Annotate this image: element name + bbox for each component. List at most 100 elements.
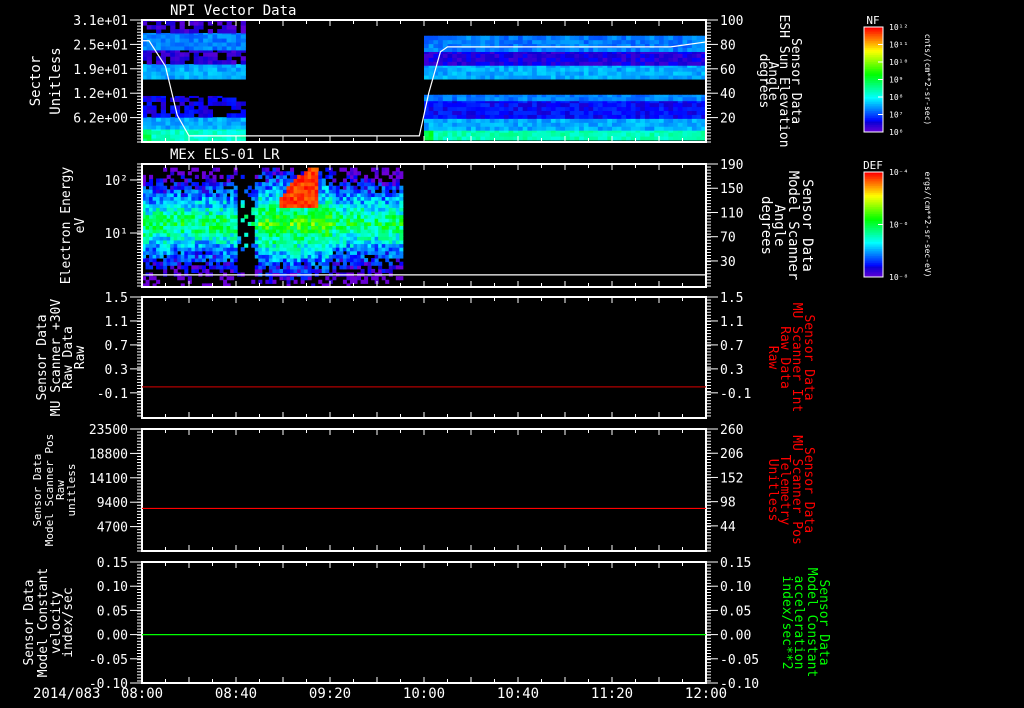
spectrogram-cell xyxy=(163,189,168,194)
heatmap-cell xyxy=(616,71,622,76)
spectrogram-cell xyxy=(194,207,199,212)
spectrogram-cell xyxy=(272,192,277,198)
spectrogram-cell xyxy=(156,211,161,216)
heatmap-cell xyxy=(503,110,510,115)
spectrogram-cell xyxy=(163,167,168,172)
spectrogram-cell xyxy=(265,192,270,198)
heatmap-cell xyxy=(198,34,204,39)
spectrogram-cell xyxy=(275,185,280,190)
spectrogram-cell xyxy=(342,167,347,172)
time-label: 08:00 xyxy=(121,686,163,702)
heatmap-cell xyxy=(635,57,641,62)
spectrogram-cell xyxy=(307,268,312,274)
spectrogram-cell xyxy=(184,261,189,266)
heatmap-cell xyxy=(146,75,152,80)
spectrogram-cell xyxy=(166,189,171,194)
heatmap-cell xyxy=(546,39,552,45)
spectrogram-cell xyxy=(314,214,319,219)
spectrogram-cell xyxy=(339,229,344,234)
heatmap-cell xyxy=(240,121,246,126)
heatmap-cell xyxy=(541,53,547,58)
heatmap-cell xyxy=(597,102,604,108)
spectrogram-cell xyxy=(187,185,192,190)
heatmap-cell xyxy=(546,122,552,127)
heatmap-cell xyxy=(597,132,604,137)
spectrogram-cell xyxy=(152,239,157,245)
spectrogram-cell xyxy=(321,225,326,230)
heatmap-cell xyxy=(663,67,669,72)
spectrogram-cell xyxy=(332,265,337,270)
spectrogram-cell xyxy=(395,192,400,198)
heatmap-cell xyxy=(663,53,669,58)
heatmap-cell xyxy=(541,35,547,41)
heatmap-cell xyxy=(499,47,505,52)
spectrogram-cell xyxy=(170,243,175,248)
spectrogram-cell xyxy=(166,232,171,237)
heatmap-cell xyxy=(447,61,453,66)
spectrogram-cell xyxy=(286,214,291,219)
heatmap-cell xyxy=(659,53,665,58)
spectrogram-cell xyxy=(265,211,270,216)
heatmap-cell xyxy=(146,134,152,139)
spectrogram-cell xyxy=(261,196,266,201)
spectrogram-cell xyxy=(268,268,273,274)
spectrogram-cell xyxy=(381,214,386,219)
spectrogram-cell xyxy=(321,189,326,194)
spectrogram-cell xyxy=(378,229,383,234)
heatmap-cell xyxy=(221,130,228,135)
spectrogram-cell xyxy=(357,261,362,266)
heatmap-cell xyxy=(170,134,176,139)
heatmap-cell xyxy=(503,122,510,127)
y2-tick-label: 98 xyxy=(720,496,736,511)
heatmap-cell xyxy=(673,94,679,98)
heatmap-cell xyxy=(635,71,641,76)
heatmap-cell xyxy=(452,126,458,131)
heatmap-cell xyxy=(630,61,636,66)
heatmap-cell xyxy=(616,114,622,119)
heatmap-cell xyxy=(696,53,702,58)
heatmap-cell xyxy=(644,106,651,112)
spectrogram-cell xyxy=(177,276,182,281)
spectrogram-cell xyxy=(314,225,319,230)
spectrogram-cell xyxy=(194,250,199,255)
heatmap-cell xyxy=(146,121,152,126)
spectrogram-cell xyxy=(216,225,221,230)
panel-title: NPI Vector Data xyxy=(170,3,296,19)
spectrogram-cell xyxy=(251,192,256,198)
heatmap-cell xyxy=(174,130,181,135)
heatmap-cell xyxy=(471,102,477,108)
spectrogram-cell xyxy=(318,232,323,237)
heatmap-cell xyxy=(532,47,538,52)
spectrogram-cell xyxy=(251,211,256,216)
heatmap-cell xyxy=(565,57,571,62)
spectrogram-cell xyxy=(275,174,280,179)
spectrogram-cell xyxy=(166,174,171,179)
spectrogram-cell xyxy=(156,232,161,237)
spectrogram-cell xyxy=(159,211,164,216)
heatmap-cell xyxy=(160,45,166,51)
spectrogram-cell xyxy=(364,258,369,263)
spectrogram-cell xyxy=(385,247,390,252)
spectrogram-cell xyxy=(187,171,192,176)
spectrogram-cell xyxy=(349,171,354,176)
spectrogram-cell xyxy=(311,243,316,248)
heatmap-cell xyxy=(588,126,594,131)
heatmap-cell xyxy=(649,71,655,76)
heatmap-cell xyxy=(231,64,237,68)
heatmap-cell xyxy=(499,61,505,66)
heatmap-cell xyxy=(489,106,495,112)
heatmap-cell xyxy=(550,67,557,72)
spectrogram-cell xyxy=(166,221,171,226)
heatmap-cell xyxy=(442,118,448,123)
heatmap-cell xyxy=(621,53,627,58)
heatmap-cell xyxy=(546,75,552,80)
spectrogram-cell xyxy=(191,250,196,255)
heatmap-cell xyxy=(231,29,237,34)
spectrogram-cell xyxy=(335,258,340,263)
spectrogram-cell xyxy=(212,265,217,270)
heatmap-cell xyxy=(621,96,627,102)
spectrogram-cell xyxy=(261,261,266,266)
spectrogram-cell xyxy=(325,203,330,208)
time-label: 09:20 xyxy=(309,686,351,702)
spectrogram-cell xyxy=(293,189,298,194)
